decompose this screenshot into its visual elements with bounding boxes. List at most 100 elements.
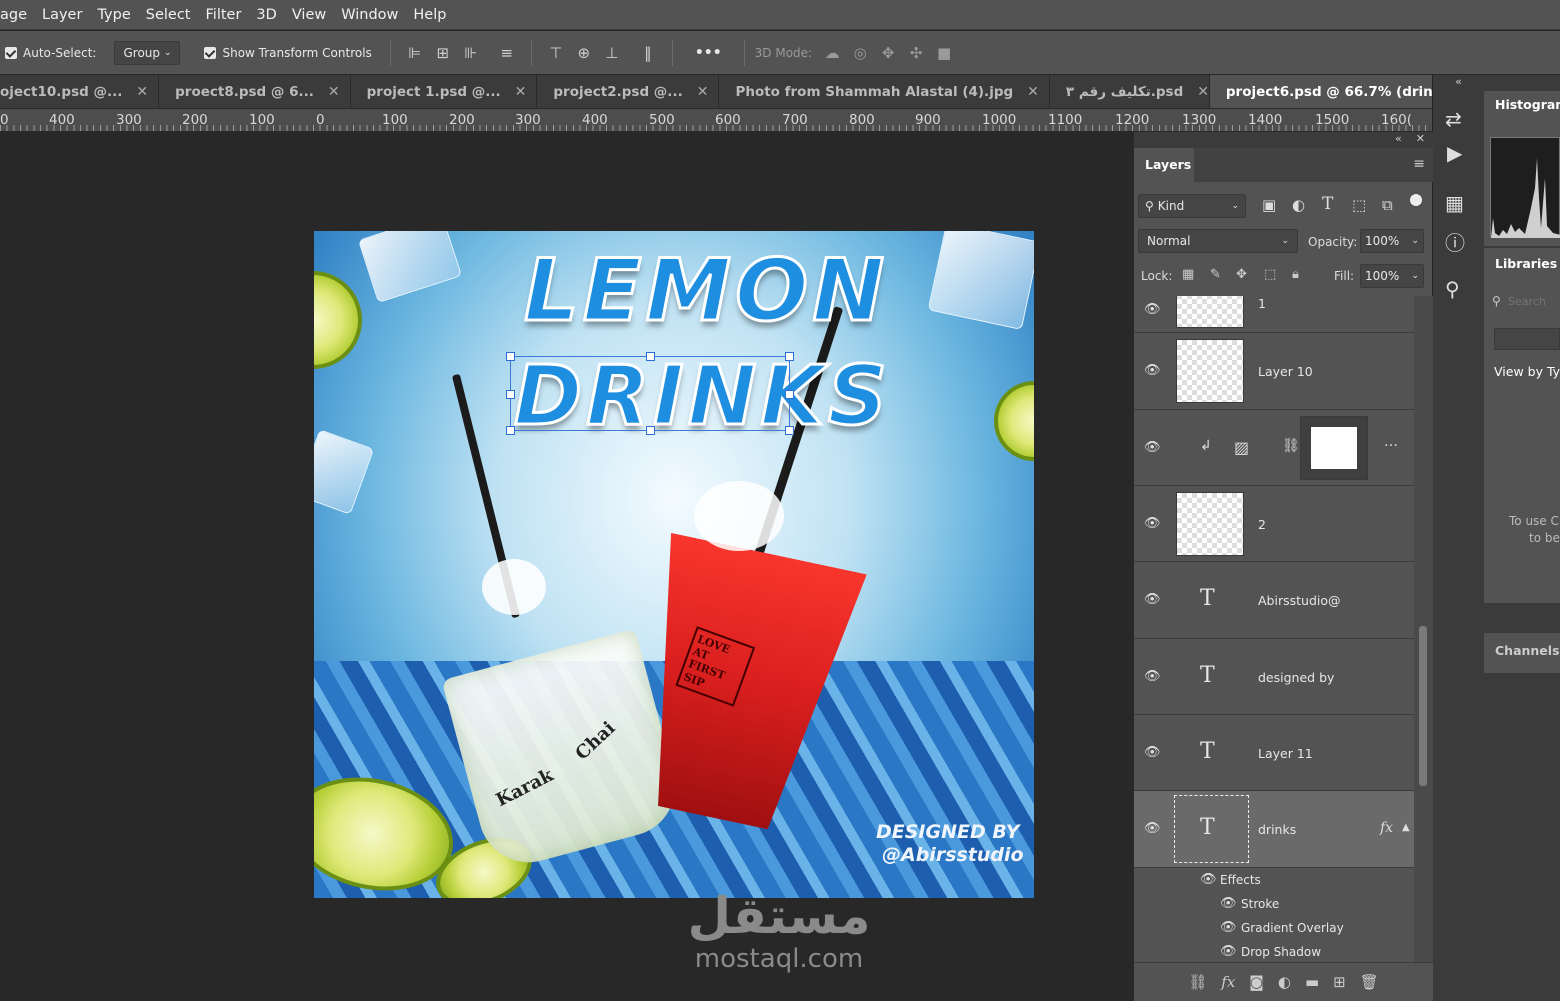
library-search-input[interactable] (1508, 292, 1560, 310)
eye-icon[interactable]: 👁︎ (1144, 363, 1162, 378)
document-tab[interactable]: Photo from Shammah Alastal (4).jpg ✕ (719, 75, 1050, 108)
eye-icon[interactable]: 👁︎ (1220, 944, 1238, 959)
effect-drop-shadow[interactable]: Drop Shadow (1241, 945, 1321, 959)
layer-row[interactable]: 👁︎ T Abirsstudio@ (1134, 562, 1414, 639)
transform-handle[interactable] (506, 390, 515, 399)
panel-menu-icon[interactable]: ≡ (1413, 156, 1425, 172)
transform-handle[interactable] (785, 426, 794, 435)
transform-handle[interactable] (785, 390, 794, 399)
menu-3d[interactable]: 3D (256, 7, 276, 23)
close-panel-icon[interactable]: ✕ (1416, 132, 1425, 145)
eye-icon[interactable]: 👁︎ (1144, 516, 1162, 531)
menu-image[interactable]: age (0, 7, 27, 23)
transform-handle[interactable] (646, 352, 655, 361)
transform-handle[interactable] (646, 426, 655, 435)
document-tab[interactable]: تكليف رقم ٣.psd ✕ (1050, 75, 1210, 108)
fill-field[interactable]: 100% ⌄ (1360, 264, 1424, 288)
lock-image-icon[interactable]: ✎ (1210, 267, 1221, 282)
close-icon[interactable]: ✕ (328, 84, 340, 100)
eye-icon[interactable]: 👁︎ (1144, 302, 1162, 317)
orbit-3d-icon[interactable]: ☁ (818, 44, 846, 62)
layer-row-selected[interactable]: 👁︎ T drinks fx ▲ (1134, 791, 1414, 868)
tab-histogram[interactable]: Histogram (1495, 97, 1560, 112)
layer-list[interactable]: 👁︎ 1 👁︎ Layer 10 👁︎ ↲ ▨ ⛓︎ … 👁︎ 2 👁︎ T A… (1134, 296, 1414, 962)
chevron-up-icon[interactable]: ▲ (1402, 822, 1410, 833)
document-canvas[interactable]: Karak Chai LOVE AT FIRST SIP LEMON DRINK… (314, 231, 1034, 898)
slide-3d-icon[interactable]: ✣ (902, 44, 930, 62)
align-top-icon[interactable]: ⊤ (542, 44, 570, 62)
menu-help[interactable]: Help (413, 7, 446, 23)
close-icon[interactable]: ✕ (697, 84, 709, 100)
show-transform-checkbox[interactable] (204, 46, 217, 59)
pan-3d-icon[interactable]: ✥ (874, 44, 902, 62)
filter-kind-dropdown[interactable]: ⚲ Kind ⌄ (1138, 194, 1246, 218)
distribute-horizontal-icon[interactable]: ≡ (493, 44, 521, 62)
filter-pixel-icon[interactable]: ▣ (1262, 196, 1276, 214)
add-mask-icon[interactable]: ◙ (1249, 973, 1264, 991)
menu-type[interactable]: Type (97, 7, 130, 23)
eye-icon[interactable]: 👁︎ (1200, 872, 1218, 887)
auto-select-checkbox[interactable] (5, 46, 17, 59)
view-by-label[interactable]: View by Ty (1494, 364, 1560, 379)
new-adjustment-icon[interactable]: ◐ (1278, 973, 1291, 991)
link-icon[interactable]: ⛓︎ (1282, 438, 1300, 454)
document-tab[interactable]: project2.psd @... ✕ (537, 75, 720, 108)
layer-row[interactable]: 👁︎ 2 (1134, 486, 1414, 562)
scale-3d-icon[interactable]: ■ (930, 44, 958, 62)
library-dropdown[interactable] (1494, 328, 1560, 350)
play-actions-icon[interactable]: ▶ (1447, 141, 1462, 165)
menu-layer[interactable]: Layer (42, 7, 82, 23)
horizontal-ruler[interactable]: 0 400 300 200 100 0 100 200 300 400 500 … (0, 109, 1432, 132)
more-options-icon[interactable]: ••• (695, 45, 722, 61)
tab-layers[interactable]: Layers (1134, 148, 1194, 182)
align-middle-icon[interactable]: ⊕ (570, 44, 598, 62)
new-group-icon[interactable]: ▬ (1305, 973, 1319, 991)
distribute-vertical-icon[interactable]: ‖ (634, 44, 662, 62)
filter-toggle-icon[interactable] (1410, 194, 1422, 206)
layer-row[interactable]: 👁︎ T Layer 11 (1134, 715, 1414, 791)
3d-panel-icon[interactable]: ▦ (1445, 191, 1464, 215)
effect-gradient-overlay[interactable]: Gradient Overlay (1241, 921, 1344, 935)
menu-window[interactable]: Window (341, 7, 398, 23)
link-layers-icon[interactable]: ⛓︎ (1188, 973, 1207, 991)
expand-panels-icon[interactable]: « (1433, 75, 1484, 89)
close-icon[interactable]: ✕ (1027, 84, 1039, 100)
close-icon[interactable]: ✕ (136, 84, 148, 100)
eye-icon[interactable]: 👁︎ (1144, 669, 1162, 684)
document-tab[interactable]: proect8.psd @ 6... ✕ (159, 75, 351, 108)
menu-filter[interactable]: Filter (206, 7, 242, 23)
layer-mask-thumbnail[interactable] (1300, 416, 1368, 480)
delete-layer-icon[interactable]: 🗑︎ (1360, 973, 1379, 991)
lock-transparent-icon[interactable]: ▦ (1182, 267, 1194, 282)
lock-artboard-icon[interactable]: ⬚ (1264, 267, 1276, 282)
close-icon[interactable]: ✕ (1197, 84, 1209, 100)
opacity-field[interactable]: 100% ⌄ (1360, 229, 1424, 253)
lock-all-icon[interactable]: 🔒︎ (1292, 267, 1299, 282)
eye-icon[interactable]: 👁︎ (1144, 440, 1162, 455)
add-style-icon[interactable]: fx (1221, 973, 1235, 991)
menu-view[interactable]: View (292, 7, 326, 23)
eye-icon[interactable]: 👁︎ (1220, 896, 1238, 911)
eye-icon[interactable]: 👁︎ (1144, 745, 1162, 760)
history-icon[interactable]: ⇄ (1445, 107, 1462, 131)
align-right-icon[interactable]: ⊪ (457, 44, 485, 62)
filter-type-icon[interactable]: T (1322, 194, 1333, 214)
collapse-panel-icon[interactable]: « (1395, 132, 1402, 145)
effect-stroke[interactable]: Stroke (1241, 897, 1279, 911)
filter-smart-object-icon[interactable]: ⧉ (1382, 196, 1393, 214)
eye-icon[interactable]: 👁︎ (1144, 592, 1162, 607)
blend-mode-dropdown[interactable]: Normal ⌄ (1138, 229, 1298, 253)
tab-channels[interactable]: Channels (1495, 643, 1560, 658)
eye-icon[interactable]: 👁︎ (1144, 821, 1162, 836)
transform-bounding-box[interactable] (506, 352, 794, 435)
roll-3d-icon[interactable]: ◎ (846, 44, 874, 62)
clone-source-icon[interactable]: ⚲ (1445, 277, 1460, 301)
close-icon[interactable]: ✕ (515, 84, 527, 100)
layer-row[interactable]: 👁︎ T designed by (1134, 639, 1414, 715)
align-left-icon[interactable]: ⊫ (401, 44, 429, 62)
document-tab[interactable]: oject10.psd @... ✕ (0, 75, 160, 108)
document-tab[interactable]: project 1.psd @... ✕ (351, 75, 538, 108)
menu-select[interactable]: Select (146, 7, 191, 23)
layer-row[interactable]: 👁︎ 1 (1134, 296, 1414, 333)
info-icon[interactable]: ⓘ (1445, 227, 1465, 256)
